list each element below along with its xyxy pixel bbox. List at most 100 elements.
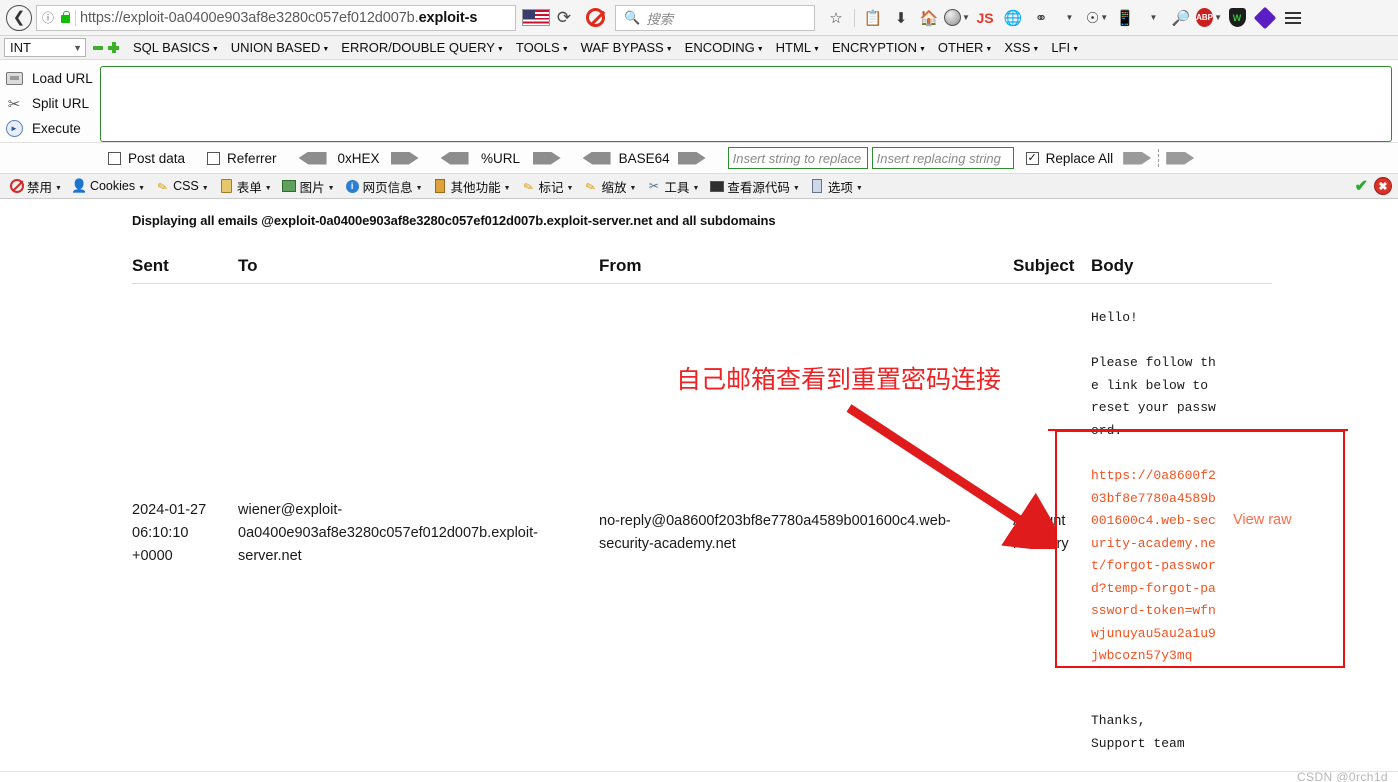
replace-all-checkbox[interactable]: ✓ Replace All — [1025, 151, 1113, 166]
caret-down-icon: ▼ — [201, 184, 209, 192]
proxy-icon[interactable]: ☉ ▼ — [1084, 5, 1110, 31]
hackbar-menu-other[interactable]: OTHER ▼ — [932, 40, 998, 55]
execute-button[interactable]: ► Execute — [4, 116, 100, 141]
hackbar-menu-lfi[interactable]: LFI ▼ — [1045, 40, 1085, 55]
hackbar-menu-sql-basics[interactable]: SQL BASICS ▼ — [127, 40, 225, 55]
toolbar-item-disable[interactable]: 禁用 ▼ — [4, 177, 67, 196]
toolbar-item-resize[interactable]: ✎ 缩放 ▼ — [578, 177, 641, 196]
hackbar-url-textarea[interactable] — [100, 66, 1392, 142]
js-toggle-icon[interactable]: JS — [972, 5, 998, 31]
hackbar-menu-tools[interactable]: TOOLS ▼ — [510, 40, 575, 55]
decode-arrow-icon[interactable] — [582, 151, 611, 165]
encoder-label: 0xHEX — [337, 150, 380, 166]
us-flag-icon[interactable] — [522, 9, 550, 26]
checkbox-box — [108, 151, 121, 165]
toolbar-item-page-info[interactable]: i 网页信息 ▼ — [340, 177, 428, 196]
split-url-button[interactable]: ✂ Split URL — [4, 91, 100, 116]
info-circle-icon[interactable]: ⓘ — [39, 9, 57, 26]
hackbar-menu-html[interactable]: HTML ▼ — [770, 40, 826, 55]
back-button[interactable]: ❮ — [4, 3, 34, 33]
menu-label: TOOLS — [515, 40, 560, 55]
magnifier-icon[interactable]: 🔎 — [1168, 5, 1194, 31]
decode-arrow-icon[interactable] — [298, 151, 327, 165]
url-divider — [75, 9, 76, 26]
caret-down-icon: ▼ — [211, 46, 219, 53]
toolbar-item-outline[interactable]: ✎ 标记 ▼ — [516, 177, 579, 196]
clipboard-icon[interactable]: 📋 — [860, 5, 886, 31]
adblock-icon[interactable]: ABP ▼ — [1196, 5, 1222, 31]
email-body-intro: Hello! Please follow the link below to r… — [1091, 310, 1216, 438]
toolbar-item-forms[interactable]: 表单 ▼ — [214, 177, 277, 196]
email-client-page: Displaying all emails @exploit-0a0400e90… — [0, 199, 1398, 782]
decode-arrow-icon[interactable] — [440, 151, 469, 165]
hackbar-menu-encoding[interactable]: ENCODING ▼ — [679, 40, 770, 55]
webdeveloper-toolbar: 禁用 ▼ 👤 Cookies ▼ ✎ CSS ▼ 表单 ▼ 图片 ▼ i 网页信息 ▼ 其他功能 ▼… — [0, 173, 1398, 199]
lock-icon[interactable] — [57, 11, 73, 23]
url-prefix: https://exploit-0a0400e903af8e3280c057ef… — [80, 9, 419, 26]
toolbar-item-images[interactable]: 图片 ▼ — [277, 177, 340, 196]
toolbar-label: 选项 — [827, 180, 853, 195]
post-data-checkbox[interactable]: Post data — [108, 151, 185, 166]
checkbox-box: ✓ — [1025, 151, 1039, 165]
shield-icon[interactable]: W — [1224, 5, 1250, 31]
load-url-button[interactable]: Load URL — [4, 66, 100, 91]
encode-arrow-icon[interactable] — [390, 151, 419, 165]
hackbar-menu-bar: INT ▼ SQL BASICS ▼ UNION BASED ▼ ERROR/DOU… — [0, 36, 1398, 60]
translate-icon[interactable]: 🌐 — [1000, 5, 1026, 31]
green-check-icon[interactable]: ✔ — [1355, 176, 1368, 196]
red-close-icon[interactable]: ✖ — [1374, 177, 1392, 195]
user-agent-caret[interactable]: ▼ — [1140, 5, 1166, 31]
encode-arrow-icon[interactable] — [532, 151, 561, 165]
hackbar-menu-union-based[interactable]: UNION BASED ▼ — [225, 40, 336, 55]
replacing-string-input[interactable]: Insert replacing string — [871, 147, 1014, 169]
bookmark-star-icon[interactable]: ☆ — [823, 5, 849, 31]
globe-icon[interactable]: ▼ — [944, 5, 970, 31]
minus-icon[interactable] — [93, 45, 103, 50]
caret-down-icon: ▼ — [792, 184, 800, 192]
downloads-icon[interactable]: ⬇ — [888, 5, 914, 31]
toolbar-item-misc[interactable]: 其他功能 ▼ — [428, 177, 516, 196]
url-bar[interactable]: ⓘ https://exploit-0a0400e903af8e3280c057… — [36, 4, 516, 31]
user-agent-icon[interactable]: 📱 — [1112, 5, 1138, 31]
hackbar-menu-error-double-query[interactable]: ERROR/DOUBLE QUERY ▼ — [335, 40, 510, 55]
toolbar-label: 查看源代码 — [727, 180, 790, 195]
menu-label: HTML — [775, 40, 812, 55]
encode-arrow-icon[interactable] — [677, 151, 706, 165]
menu-icon[interactable] — [1280, 5, 1306, 31]
toolbar-item-tools[interactable]: ✂ 工具 ▼ — [641, 177, 704, 196]
email-sent-cell: 2024-01-27 06:10:10 +0000 — [132, 502, 207, 564]
load-url-icon — [4, 69, 24, 89]
reload-icon[interactable]: ⟳ — [550, 8, 578, 28]
toolbar-item-cookies[interactable]: 👤 Cookies ▼ — [67, 178, 150, 194]
email-table-header: Sent To From Subject Body — [132, 256, 1272, 284]
column-header-to: To — [238, 256, 258, 275]
plus-icon[interactable] — [108, 42, 119, 53]
hackbar-menu-waf-bypass[interactable]: WAF BYPASS ▼ — [575, 40, 679, 55]
caret-down-icon: ▼ — [138, 184, 146, 192]
hackbar-menu-xss[interactable]: XSS ▼ — [998, 40, 1045, 55]
image-icon — [282, 179, 297, 194]
noscript-blocked-icon[interactable] — [586, 8, 605, 27]
menu-label: UNION BASED — [230, 40, 321, 55]
toolbar-item-css[interactable]: ✎ CSS ▼ — [150, 178, 214, 195]
search-icon: 🔍 — [624, 9, 641, 25]
cookie-dropdown-caret[interactable]: ▼ — [1056, 5, 1082, 31]
extra-run-arrow-icon[interactable] — [1166, 151, 1195, 165]
toolbar-item-options[interactable]: 选项 ▼ — [805, 177, 868, 196]
toolbar-item-view-source[interactable]: 查看源代码 ▼ — [704, 177, 804, 196]
hackbar-type-select[interactable]: INT ▼ — [4, 38, 86, 57]
home-icon[interactable]: 🏠 — [916, 5, 942, 31]
diamond-icon[interactable] — [1252, 5, 1278, 31]
info-icon: i — [345, 179, 360, 194]
url-text: https://exploit-0a0400e903af8e3280c057ef… — [80, 10, 477, 26]
replace-string-input[interactable]: Insert string to replace — [727, 147, 868, 169]
hackbar-menu-encryption[interactable]: ENCRYPTION ▼ — [826, 40, 932, 55]
caret-down-icon: ▼ — [566, 184, 574, 192]
referrer-checkbox[interactable]: Referrer — [207, 151, 277, 166]
toolbar-label: 缩放 — [601, 180, 627, 195]
replacing-placeholder: Insert replacing string — [876, 150, 1001, 166]
search-input[interactable]: 🔍 搜索 — [615, 4, 815, 31]
cookie-icon[interactable]: ⚭ — [1028, 5, 1054, 31]
replace-run-arrow-icon[interactable] — [1123, 151, 1152, 165]
toolbar-label: 网页信息 — [362, 180, 413, 195]
